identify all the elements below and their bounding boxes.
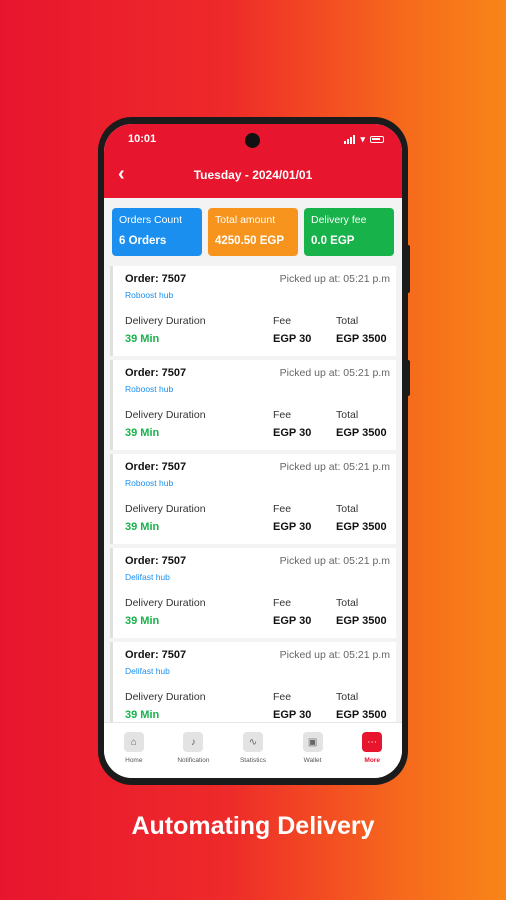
wifi-icon: ▾ xyxy=(360,134,365,144)
tab-wallet[interactable]: ▣ Wallet xyxy=(283,723,343,778)
duration-label: Delivery Duration xyxy=(125,691,206,703)
duration-value: 39 Min xyxy=(125,521,160,533)
summary-value: 0.0 EGP xyxy=(311,235,355,247)
total-label: Total xyxy=(336,409,359,421)
camera-hole xyxy=(245,133,260,148)
fee-label: Fee xyxy=(273,691,292,703)
app-bar: ‹ Tuesday - 2024/01/01 xyxy=(104,154,402,198)
total-value: EGP 3500 xyxy=(336,427,387,439)
duration-label: Delivery Duration xyxy=(125,503,206,515)
order-card[interactable]: Order: 7507 Delifast hub Picked up at: 0… xyxy=(110,548,396,638)
duration-value: 39 Min xyxy=(125,709,160,721)
total-label: Total xyxy=(336,597,359,609)
status-bar: 10:01 ▾ xyxy=(104,124,402,154)
order-list[interactable]: Order: 7507 Roboost hub Picked up at: 05… xyxy=(104,266,402,722)
home-icon: ⌂ xyxy=(123,732,144,752)
total-value: EGP 3500 xyxy=(336,709,387,721)
duration-value: 39 Min xyxy=(125,615,160,627)
tab-label: Notification xyxy=(177,757,210,764)
fee-label: Fee xyxy=(273,503,292,515)
total-value: EGP 3500 xyxy=(336,333,387,345)
picked-up-time: Picked up at: 05:21 p.m xyxy=(279,273,390,285)
duration-value: 39 Min xyxy=(125,427,160,439)
more-icon: ⋯ xyxy=(362,732,383,752)
signal-icon xyxy=(344,135,356,144)
tab-home[interactable]: ⌂ Home xyxy=(104,723,164,778)
summary-card-total: Total amount 4250.50 EGP xyxy=(208,208,298,256)
fee-value: EGP 30 xyxy=(273,709,312,721)
fee-value: EGP 30 xyxy=(273,615,312,627)
tab-label: More xyxy=(364,757,380,764)
battery-icon xyxy=(370,136,384,143)
duration-value: 39 Min xyxy=(125,333,160,345)
order-id: Order: 7507 xyxy=(125,461,187,473)
total-label: Total xyxy=(336,691,359,703)
total-value: EGP 3500 xyxy=(336,615,387,627)
order-hub: Delifast hub xyxy=(125,666,170,676)
tab-statistics[interactable]: ∿ Statistics xyxy=(223,723,283,778)
summary-value: 6 Orders xyxy=(119,235,167,247)
bottom-tab-bar: ⌂ Home ♪ Notification ∿ Statistics ▣ Wal… xyxy=(104,722,402,778)
tab-notification[interactable]: ♪ Notification xyxy=(164,723,224,778)
summary-value: 4250.50 EGP xyxy=(215,235,285,247)
order-id: Order: 7507 xyxy=(125,649,187,661)
summary-label: Orders Count xyxy=(119,214,183,226)
summary-card-orders: Orders Count 6 Orders xyxy=(112,208,202,256)
duration-label: Delivery Duration xyxy=(125,409,206,421)
fee-label: Fee xyxy=(273,315,292,327)
fee-label: Fee xyxy=(273,597,292,609)
order-hub: Delifast hub xyxy=(125,572,170,582)
order-hub: Roboost hub xyxy=(125,478,174,488)
phone-screen: 10:01 ▾ ‹ Tuesday - 2024/01/01 Orders Co… xyxy=(104,124,402,778)
duration-label: Delivery Duration xyxy=(125,315,206,327)
fee-label: Fee xyxy=(273,409,292,421)
tab-label: Wallet xyxy=(303,757,322,764)
summary-cards: Orders Count 6 Orders Total amount 4250.… xyxy=(112,208,394,256)
order-card[interactable]: Order: 7507 Delifast hub Picked up at: 0… xyxy=(110,642,396,722)
page-title: Tuesday - 2024/01/01 xyxy=(193,168,313,182)
tab-more[interactable]: ⋯ More xyxy=(342,723,402,778)
bell-icon: ♪ xyxy=(183,732,204,752)
order-card[interactable]: Order: 7507 Roboost hub Picked up at: 05… xyxy=(110,360,396,450)
picked-up-time: Picked up at: 05:21 p.m xyxy=(279,461,390,473)
order-id: Order: 7507 xyxy=(125,273,187,285)
duration-label: Delivery Duration xyxy=(125,597,206,609)
tab-label: Home xyxy=(125,757,143,764)
wallet-icon: ▣ xyxy=(302,732,323,752)
chart-icon: ∿ xyxy=(242,732,263,752)
total-value: EGP 3500 xyxy=(336,521,387,533)
picked-up-time: Picked up at: 05:21 p.m xyxy=(279,367,390,379)
total-label: Total xyxy=(336,503,359,515)
order-card[interactable]: Order: 7507 Roboost hub Picked up at: 05… xyxy=(110,454,396,544)
tab-label: Statistics xyxy=(239,757,266,764)
picked-up-time: Picked up at: 05:21 p.m xyxy=(279,649,390,661)
status-time: 10:01 xyxy=(128,133,157,145)
fee-value: EGP 30 xyxy=(273,333,312,345)
order-id: Order: 7507 xyxy=(125,555,187,567)
picked-up-time: Picked up at: 05:21 p.m xyxy=(279,555,390,567)
summary-label: Delivery fee xyxy=(311,214,367,226)
status-icons: ▾ xyxy=(344,134,384,145)
fee-value: EGP 30 xyxy=(273,427,312,439)
order-id: Order: 7507 xyxy=(125,367,187,379)
fee-value: EGP 30 xyxy=(273,521,312,533)
order-card[interactable]: Order: 7507 Roboost hub Picked up at: 05… xyxy=(110,266,396,356)
total-label: Total xyxy=(336,315,359,327)
summary-label: Total amount xyxy=(215,214,276,226)
promo-headline: Automating Delivery xyxy=(131,812,375,840)
order-hub: Roboost hub xyxy=(125,290,174,300)
summary-card-fee: Delivery fee 0.0 EGP xyxy=(304,208,394,256)
order-hub: Roboost hub xyxy=(125,384,174,394)
